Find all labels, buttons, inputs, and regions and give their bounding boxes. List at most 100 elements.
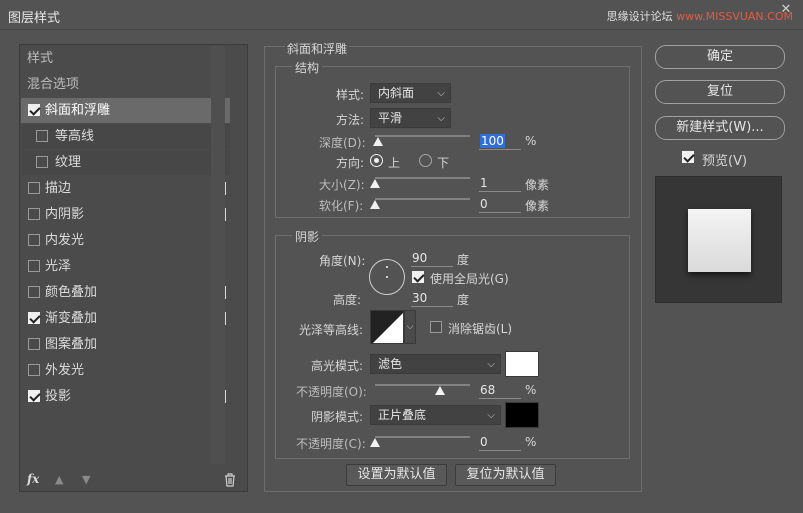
chevron-down-icon: ⌵ [487,410,495,421]
style-list-checkbox[interactable] [28,208,40,220]
style-list-item[interactable]: 斜面和浮雕 [21,98,230,123]
style-select[interactable]: 内斜面 ⌵ [370,83,451,103]
style-list-item-label: 样式 [27,51,54,66]
highlight-opacity-field[interactable]: 68 [479,383,521,399]
style-list-item[interactable]: 等高线 [21,124,230,149]
highlight-color-swatch[interactable] [505,351,539,377]
depth-slider-thumb[interactable] [372,137,383,146]
shadow-opacity-field[interactable]: 0 [479,435,521,451]
style-list-item[interactable]: 内阴影+ [21,202,230,227]
style-list-item-label: 图案叠加 [45,337,98,352]
global-light-label: 使用全局光(G) [430,272,509,286]
highlight-opacity-track[interactable] [375,384,470,386]
style-list-checkbox[interactable] [28,312,40,324]
shadow-opacity-thumb[interactable] [370,438,380,447]
style-list-item-label: 投影 [45,389,72,404]
angle-dial[interactable] [369,259,405,295]
fx-button[interactable]: fx [27,472,39,486]
style-list-item[interactable]: 描边+ [21,176,230,201]
preview-checkbox[interactable] [682,151,694,163]
style-list-item[interactable]: 样式 [21,46,230,71]
style-list-checkbox[interactable] [28,286,40,298]
style-list-checkbox[interactable] [28,234,40,246]
style-list-item-label: 斜面和浮雕 [45,103,111,118]
reset-default-button[interactable]: 复位为默认值 [455,464,556,486]
dialog-title: 图层样式 [8,11,61,26]
style-list-item-label: 渐变叠加 [45,311,98,326]
style-list-item[interactable]: 图案叠加 [21,332,230,357]
size-slider-track[interactable] [375,177,470,179]
gloss-contour-picker[interactable] [370,310,404,344]
altitude-field[interactable]: 30 [411,291,453,307]
chevron-down-icon: ⌵ [487,359,495,370]
anti-alias-checkbox[interactable] [430,321,442,333]
depth-label: 深度(D): [319,136,366,150]
direction-up-radio[interactable] [370,154,383,167]
highlight-mode-select[interactable]: 滤色 ⌵ [370,354,501,374]
style-preview-thumbnail [655,176,782,303]
angle-field[interactable]: 90 [411,251,453,267]
style-list-item[interactable]: 颜色叠加+ [21,280,230,305]
style-list-checkbox[interactable] [28,260,40,272]
style-list-checkbox[interactable] [36,130,48,142]
highlight-opacity-thumb[interactable] [434,386,445,395]
contour-curve-icon [371,311,403,343]
anti-alias-label: 消除锯齿(L) [448,322,513,336]
size-field[interactable]: 1 [479,176,521,192]
style-list-item-label: 颜色叠加 [45,285,98,300]
size-slider-thumb[interactable] [370,179,380,188]
style-list-item[interactable]: 外发光 [21,358,230,383]
shadow-opacity-track[interactable] [375,436,470,438]
reset-button[interactable]: 复位 [655,80,785,104]
shadow-mode-label: 阴影模式: [311,410,364,424]
style-list-checkbox[interactable] [28,390,40,402]
new-style-button[interactable]: 新建样式(W)... [655,116,785,140]
style-list-item[interactable]: 渐变叠加+ [21,306,230,331]
ok-button[interactable]: 确定 [655,45,785,69]
highlight-mode-label: 高光模式: [311,359,364,373]
shadow-mode-select[interactable]: 正片叠底 ⌵ [370,405,501,425]
highlight-opacity-label: 不透明度(O): [296,385,367,399]
style-list-item[interactable]: 内发光 [21,228,230,253]
style-list-checkbox[interactable] [28,182,40,194]
gloss-contour-dropdown[interactable]: ⌵ [404,310,416,344]
style-list-item-label: 内发光 [45,233,85,248]
soften-field[interactable]: 0 [479,197,521,213]
depth-field[interactable]: 100 [479,134,521,150]
soften-slider-track[interactable] [375,198,470,200]
style-label: 样式: [336,88,365,102]
style-list-checkbox[interactable] [36,156,48,168]
style-list-checkbox[interactable] [28,338,40,350]
style-list-checkbox[interactable] [28,104,40,116]
style-list-item[interactable]: 纹理 [21,150,230,175]
angle-label: 角度(N): [319,254,366,268]
highlight-opacity-unit: % [525,383,537,397]
soften-slider-thumb[interactable] [370,200,380,209]
arrow-up-icon[interactable]: ▲ [55,473,63,486]
style-list-footer: fx ▲ ▼ [20,470,246,490]
depth-slider-track[interactable] [375,135,470,137]
style-list-checkbox[interactable] [28,364,40,376]
global-light-checkbox[interactable] [412,271,424,283]
trash-icon[interactable] [224,473,236,487]
style-list-item[interactable]: 混合选项 [21,72,230,97]
arrow-down-icon[interactable]: ▼ [82,473,90,486]
style-list-scrollbar[interactable] [211,46,225,464]
make-default-button[interactable]: 设置为默认值 [346,464,447,486]
style-list-item-label: 纹理 [55,155,82,170]
chevron-down-icon: ⌵ [437,113,445,124]
shadow-color-swatch[interactable] [505,402,539,428]
close-button[interactable]: ✕ [771,0,801,20]
shadow-mode-value: 正片叠底 [378,408,427,422]
preview-square [688,209,751,272]
style-select-value: 内斜面 [378,86,415,100]
shadow-opacity-unit: % [525,435,537,449]
depth-unit: % [525,134,537,148]
chevron-down-icon: ⌵ [437,88,445,99]
style-list-item[interactable]: 光泽 [21,254,230,279]
direction-down-radio[interactable] [419,154,432,167]
technique-select[interactable]: 平滑 ⌵ [370,108,451,128]
technique-label: 方法: [336,113,365,127]
angle-dial-center [386,276,388,278]
style-list-item[interactable]: 投影+ [21,384,230,409]
